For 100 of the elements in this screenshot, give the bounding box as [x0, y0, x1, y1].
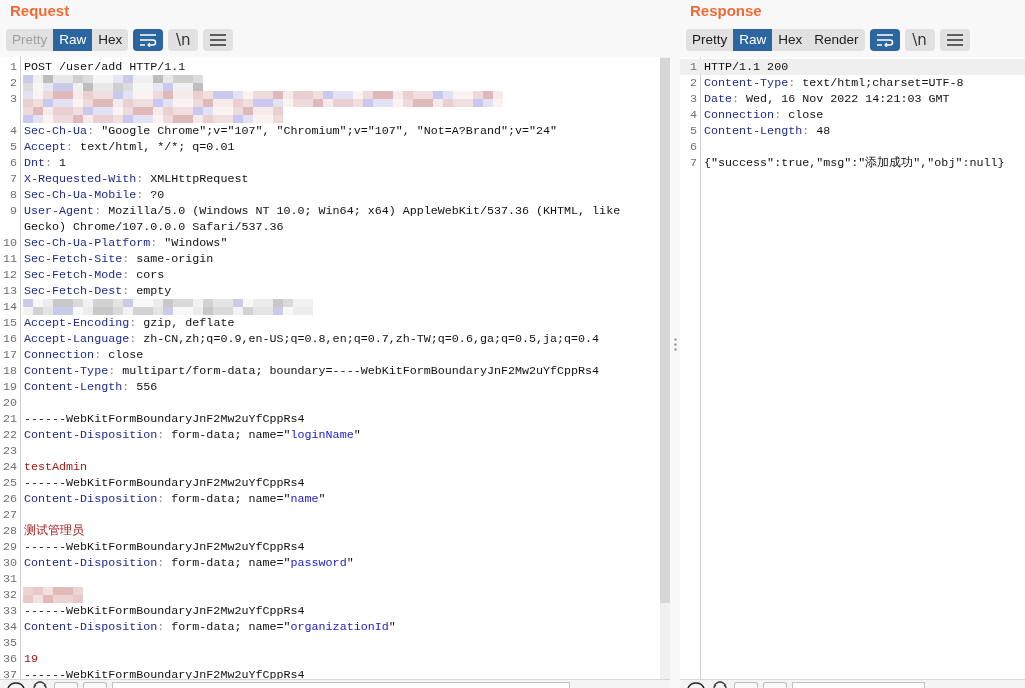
view-tab[interactable]: Render	[808, 29, 865, 51]
code-line: Date: Wed, 16 Nov 2022 14:21:03 GMT	[703, 91, 951, 107]
code-line: Content-Length: 48	[703, 123, 832, 139]
line-number: 7	[689, 155, 698, 171]
line-number: 7	[9, 171, 18, 187]
code-line: Content-Disposition: form-data; name="password"	[23, 555, 355, 571]
line-number: 21	[1, 411, 18, 427]
code-line: Content-Type: multipart/form-data; boundary=----WebKitFormBoundaryJnF2Mw2uYfCppRs4	[23, 363, 601, 379]
line-number: 31	[1, 571, 18, 587]
line-number: 19	[1, 379, 18, 395]
menu-button[interactable]	[939, 29, 970, 51]
search-field[interactable]	[112, 682, 570, 688]
line-number: 2	[689, 75, 698, 91]
line-number: 22	[1, 427, 18, 443]
line-number: 30	[1, 555, 18, 571]
code-line: Dnt: 1	[23, 155, 68, 171]
line-number: 12	[1, 267, 18, 283]
line-number: 14	[1, 299, 18, 315]
code-line: Connection: close	[23, 347, 145, 363]
line-number: 18	[1, 363, 18, 379]
line-number: 6	[689, 139, 698, 155]
line-number: 15	[1, 315, 18, 331]
line-number: 4	[689, 107, 698, 123]
line-number: 1	[9, 59, 18, 75]
line-number: 13	[1, 283, 18, 299]
line-number: 1	[689, 59, 698, 75]
view-tab[interactable]: Raw	[733, 29, 773, 51]
line-number: 9	[9, 203, 18, 219]
wrap-button[interactable]	[869, 29, 900, 51]
code-line: ------WebKitFormBoundaryJnF2Mw2uYfCppRs4	[23, 539, 306, 555]
wrap-lines-icon	[875, 33, 894, 47]
newline-button[interactable]: \n	[168, 29, 199, 51]
code-line: 测试管理员	[23, 523, 85, 539]
drag-handle-icon[interactable]	[673, 337, 677, 351]
line-number: 35	[1, 635, 18, 651]
line-number: 8	[9, 187, 18, 203]
code-line: Sec-Fetch-Dest: empty	[23, 283, 173, 299]
line-number: 20	[1, 395, 18, 411]
line-number: 3	[9, 91, 18, 107]
help-icon[interactable]	[6, 681, 26, 688]
line-number: 28	[1, 523, 18, 539]
newline-label: \n	[176, 31, 191, 49]
code-line: Content-Disposition: form-data; name="name"	[23, 491, 327, 507]
scrollbar[interactable]	[660, 57, 670, 679]
line-number: 3	[689, 91, 698, 107]
code-line: Sec-Ch-Ua-Mobile: ?0	[23, 187, 166, 203]
code-line: ------WebKitFormBoundaryJnF2Mw2uYfCppRs4	[23, 603, 306, 619]
menu-icon	[210, 34, 227, 46]
code-line: Accept-Encoding: gzip, deflate	[23, 315, 236, 331]
line-number: 33	[1, 603, 18, 619]
code-line: Sec-Ch-Ua: "Google Chrome";v="107", "Chromium";v="107", "Not=A?Brand";v="24"	[23, 123, 559, 139]
code-line: {"success":true,"msg":"添加成功","obj":null}	[703, 155, 1006, 171]
line-number: 32	[1, 587, 18, 603]
line-number: 2	[9, 75, 18, 91]
view-tab[interactable]: Pretty	[686, 29, 734, 51]
code-line: testAdmin	[23, 459, 89, 475]
code-line: Content-Disposition: form-data; name="loginName"	[23, 427, 362, 443]
pane-title: Response	[689, 2, 763, 20]
search-field[interactable]	[792, 682, 925, 688]
code-line: Connection: close	[703, 107, 825, 123]
line-number: 4	[9, 123, 18, 139]
line-number: 5	[9, 139, 18, 155]
code-line: Content-Disposition: form-data; name="organizationId"	[23, 619, 397, 635]
code-line: ------WebKitFormBoundaryJnF2Mw2uYfCppRs4	[23, 475, 306, 491]
line-number: 24	[1, 459, 18, 475]
help-icon[interactable]	[686, 681, 706, 688]
line-number: 37	[1, 667, 18, 679]
menu-button[interactable]	[203, 29, 234, 51]
settings-icon[interactable]	[31, 681, 49, 688]
code-line: Accept: text/html, */*; q=0.01	[23, 139, 236, 155]
settings-icon[interactable]	[711, 681, 729, 688]
line-number: 23	[1, 443, 18, 459]
code-line: Sec-Fetch-Mode: cors	[23, 267, 166, 283]
code-line: User-Agent: Mozilla/5.0 (Windows NT 10.0; Win64; x64) AppleWebKit/537.36 (KHTML, like Gecko) Chrome/107.0.0.0 Safari/537.36	[23, 203, 622, 235]
line-number: 29	[1, 539, 18, 555]
newline-button[interactable]: \n	[904, 29, 935, 51]
line-number: 10	[1, 235, 18, 251]
code-line: Content-Type: text/html;charset=UTF-8	[703, 75, 965, 91]
line-number: 16	[1, 331, 18, 347]
wrap-lines-icon	[139, 33, 158, 47]
view-tab[interactable]: Hex	[92, 29, 129, 51]
newline-label: \n	[912, 31, 927, 49]
code-line: X-Requested-With: XMLHttpRequest	[23, 171, 250, 187]
code-line: HTTP/1.1 200	[703, 59, 790, 75]
view-tab[interactable]: Hex	[772, 29, 809, 51]
code-line: ------WebKitFormBoundaryJnF2Mw2uYfCppRs4	[23, 411, 306, 427]
wrap-button[interactable]	[133, 29, 164, 51]
code-line: 19	[23, 651, 40, 667]
line-number: 27	[1, 507, 18, 523]
line-number: 26	[1, 491, 18, 507]
line-number: 11	[1, 251, 18, 267]
line-number: 34	[1, 619, 18, 635]
line-number: 17	[1, 347, 18, 363]
code-line: POST /user/add HTTP/1.1	[23, 59, 187, 75]
line-number: 5	[689, 123, 698, 139]
view-tab[interactable]: Raw	[53, 29, 93, 51]
code-line: Content-Length: 556	[23, 379, 159, 395]
code-line: Accept-Language: zh-CN,zh;q=0.9,en-US;q=0.8,en;q=0.7,zh-TW;q=0.6,ga;q=0.5,ja;q=0.4	[23, 331, 601, 347]
line-number: 25	[1, 475, 18, 491]
code-line: Sec-Ch-Ua-Platform: "Windows"	[23, 235, 229, 251]
